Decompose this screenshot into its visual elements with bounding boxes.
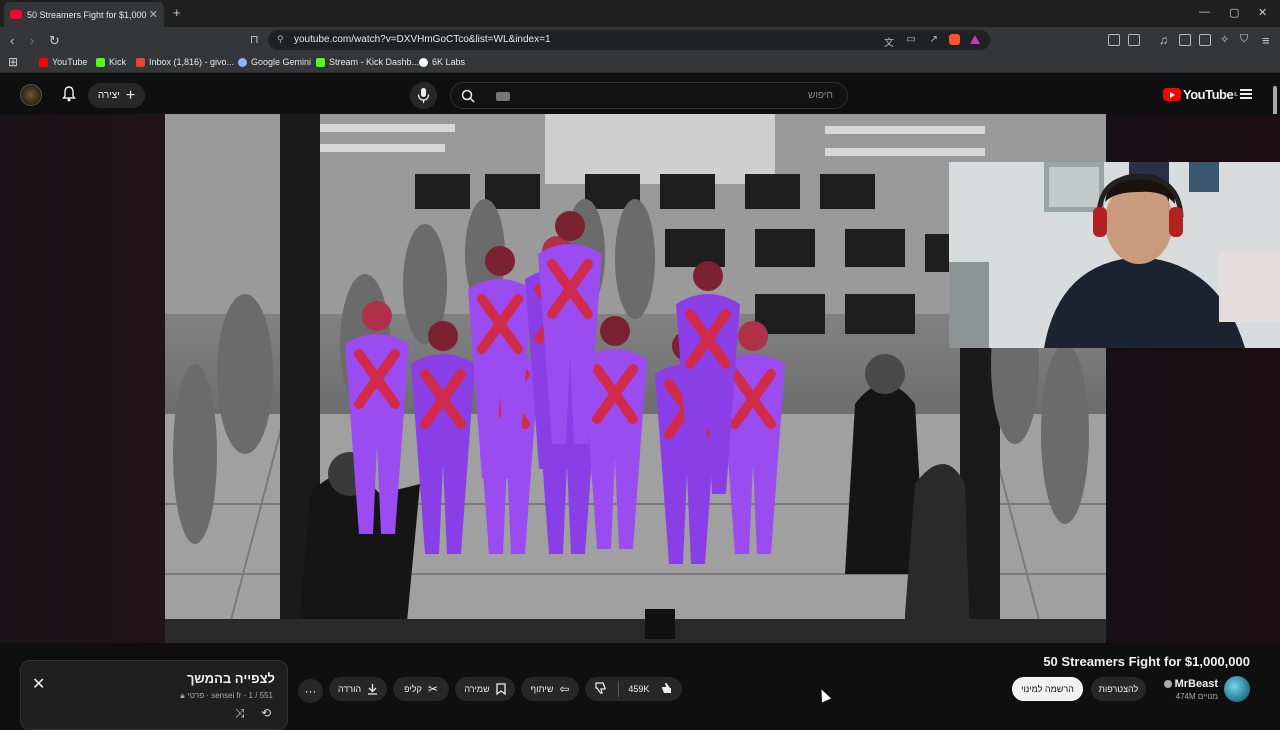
account-avatar[interactable] — [20, 84, 42, 106]
forward-icon[interactable]: › — [30, 33, 34, 48]
contestant-head — [600, 316, 630, 346]
contestant-head — [362, 301, 392, 331]
lock-icon: 🔒︎ — [180, 691, 185, 700]
bookmark-icon — [496, 683, 506, 695]
extensions-icon[interactable] — [1108, 34, 1120, 46]
sidebar-icon[interactable] — [1179, 34, 1191, 46]
loop-icon[interactable]: ⟲ — [261, 706, 271, 720]
webcam-frame — [949, 162, 1280, 348]
streamer-webcam — [949, 162, 1280, 348]
kick-icon — [316, 57, 325, 67]
browser-tab[interactable]: 50 Streamers Fight for $1,000, ✕ — [4, 2, 164, 27]
share-page-icon[interactable]: ↗ — [930, 34, 938, 45]
url-field[interactable]: ⚲ youtube.com/watch?v=DXVHmGoCTco&list=W… — [268, 30, 990, 50]
bookmark-kick[interactable]: Kick — [96, 57, 126, 67]
youtube-header: יצירה + חיפוש YouTube IL — [0, 77, 1280, 114]
youtube-play-icon — [1163, 88, 1181, 101]
notifications-bell-icon[interactable] — [62, 86, 76, 102]
browser-tab-bar: 50 Streamers Fight for $1,000, ✕ + — ▢ ✕ — [0, 0, 1280, 27]
save-button[interactable]: שמירה — [455, 677, 515, 701]
gemini-icon — [238, 57, 247, 67]
guide-menu-icon[interactable] — [1240, 89, 1252, 99]
tab-title: 50 Streamers Fight for $1,000, — [27, 9, 147, 20]
new-tab-button[interactable]: + — [173, 5, 181, 20]
join-button[interactable]: להצטרפות — [1091, 677, 1146, 701]
bookmark-gmail[interactable]: Inbox (1,816) - givo... — [136, 57, 234, 67]
mic-icon — [417, 88, 430, 103]
video-title: 50 Streamers Fight for $1,000,000 — [1043, 654, 1250, 669]
like-dislike-group: 459K — [585, 677, 682, 701]
like-divider — [617, 681, 619, 697]
contestant-head — [738, 321, 768, 351]
subscribe-button[interactable]: הרשמה למינוי — [1012, 677, 1083, 701]
close-window-button[interactable]: ✕ — [1258, 6, 1267, 19]
menu-icon[interactable]: ≡ — [1262, 33, 1270, 48]
contestant-head — [485, 246, 515, 276]
channel-avatar[interactable] — [1224, 676, 1250, 702]
bookmark-page-icon[interactable]: ⊓ — [250, 33, 259, 46]
search-placeholder: חיפוש — [808, 90, 833, 101]
verified-icon — [1163, 680, 1172, 689]
brave-shield-icon[interactable] — [949, 34, 960, 45]
minimize-button[interactable]: — — [1199, 6, 1210, 18]
vpn-icon[interactable]: ⛉ — [1240, 33, 1248, 46]
like-icon[interactable] — [659, 682, 672, 696]
voice-search-button[interactable] — [410, 82, 437, 109]
tab-close-icon[interactable]: ✕ — [149, 8, 158, 21]
media-icon[interactable]: ♫ — [1159, 33, 1168, 47]
search-icon[interactable] — [461, 89, 475, 103]
plus-icon: + — [125, 86, 136, 104]
contestant-head — [555, 211, 585, 241]
playlist-subtitle: 🔒︎ פרטי · sensei fr - 1 / 551 — [180, 691, 273, 700]
share-button[interactable]: שיתוף ⇦ — [521, 677, 579, 701]
contestant-head — [693, 261, 723, 291]
wallet-icon[interactable] — [1199, 34, 1211, 46]
logo-text: YouTube — [1183, 87, 1234, 102]
create-button[interactable]: יצירה + — [88, 83, 145, 108]
scissors-icon: ✂ — [427, 682, 438, 696]
search-input[interactable]: חיפוש — [450, 82, 848, 109]
like-count[interactable]: 459K — [628, 684, 649, 694]
share-icon: ⇦ — [559, 682, 570, 696]
create-label: יצירה — [97, 90, 120, 101]
logo-country: IL — [1234, 91, 1238, 98]
reload-icon[interactable]: ↻ — [49, 33, 60, 49]
bookmark-6k-labs[interactable]: 6K Labs — [419, 57, 465, 67]
keyboard-icon[interactable] — [496, 92, 510, 101]
download-icon — [368, 684, 378, 695]
playlist-title[interactable]: לצפייה בהמשך — [187, 671, 275, 686]
youtube-icon — [39, 57, 48, 67]
site-info-icon[interactable]: ⚲ — [277, 34, 284, 45]
leo-ai-icon[interactable]: ✧ — [1220, 33, 1229, 46]
bookmark-gemini[interactable]: Google Gemini — [238, 57, 311, 67]
apps-grid-icon[interactable]: ⊞ — [8, 55, 18, 69]
dislike-icon[interactable] — [595, 681, 608, 697]
cast-icon[interactable]: ▭ — [907, 34, 916, 45]
close-playlist-icon[interactable]: ✕ — [32, 674, 45, 694]
maximize-button[interactable]: ▢ — [1229, 6, 1239, 19]
download-button[interactable]: הורדה — [329, 677, 387, 701]
subscriber-count: 474M מנויים — [1175, 692, 1218, 701]
brave-rewards-icon[interactable] — [970, 35, 980, 44]
bookmark-youtube[interactable]: YouTube — [39, 57, 87, 67]
youtube-logo[interactable]: YouTube IL — [1163, 87, 1238, 102]
gmail-icon — [136, 57, 145, 67]
6k-labs-icon — [419, 57, 428, 67]
reader-icon[interactable] — [1128, 34, 1140, 46]
contestant-head — [428, 321, 458, 351]
back-icon[interactable]: ‹ — [10, 33, 14, 48]
shuffle-icon[interactable]: ⤨ — [235, 706, 245, 721]
address-bar-row: ‹ › ↻ ⊓ ⚲ youtube.com/watch?v=DXVHmGoCTc… — [0, 27, 1280, 53]
player-background-left — [0, 114, 165, 643]
translate-icon[interactable]: 文 — [884, 34, 894, 49]
more-actions-button[interactable]: ··· — [298, 679, 323, 703]
url-text: youtube.com/watch?v=DXVHmGoCTco&list=WL&… — [294, 34, 551, 45]
bookmarks-bar: ⊞ YouTube Kick Inbox (1,816) - givo... G… — [0, 53, 1280, 73]
channel-name[interactable]: MrBeast — [1163, 678, 1218, 690]
youtube-favicon-icon — [10, 10, 22, 19]
clip-button[interactable]: קליפ ✂ — [393, 677, 449, 701]
kick-icon — [96, 57, 105, 67]
bookmark-kick-dashboard[interactable]: Stream - Kick Dashb... — [316, 57, 419, 67]
